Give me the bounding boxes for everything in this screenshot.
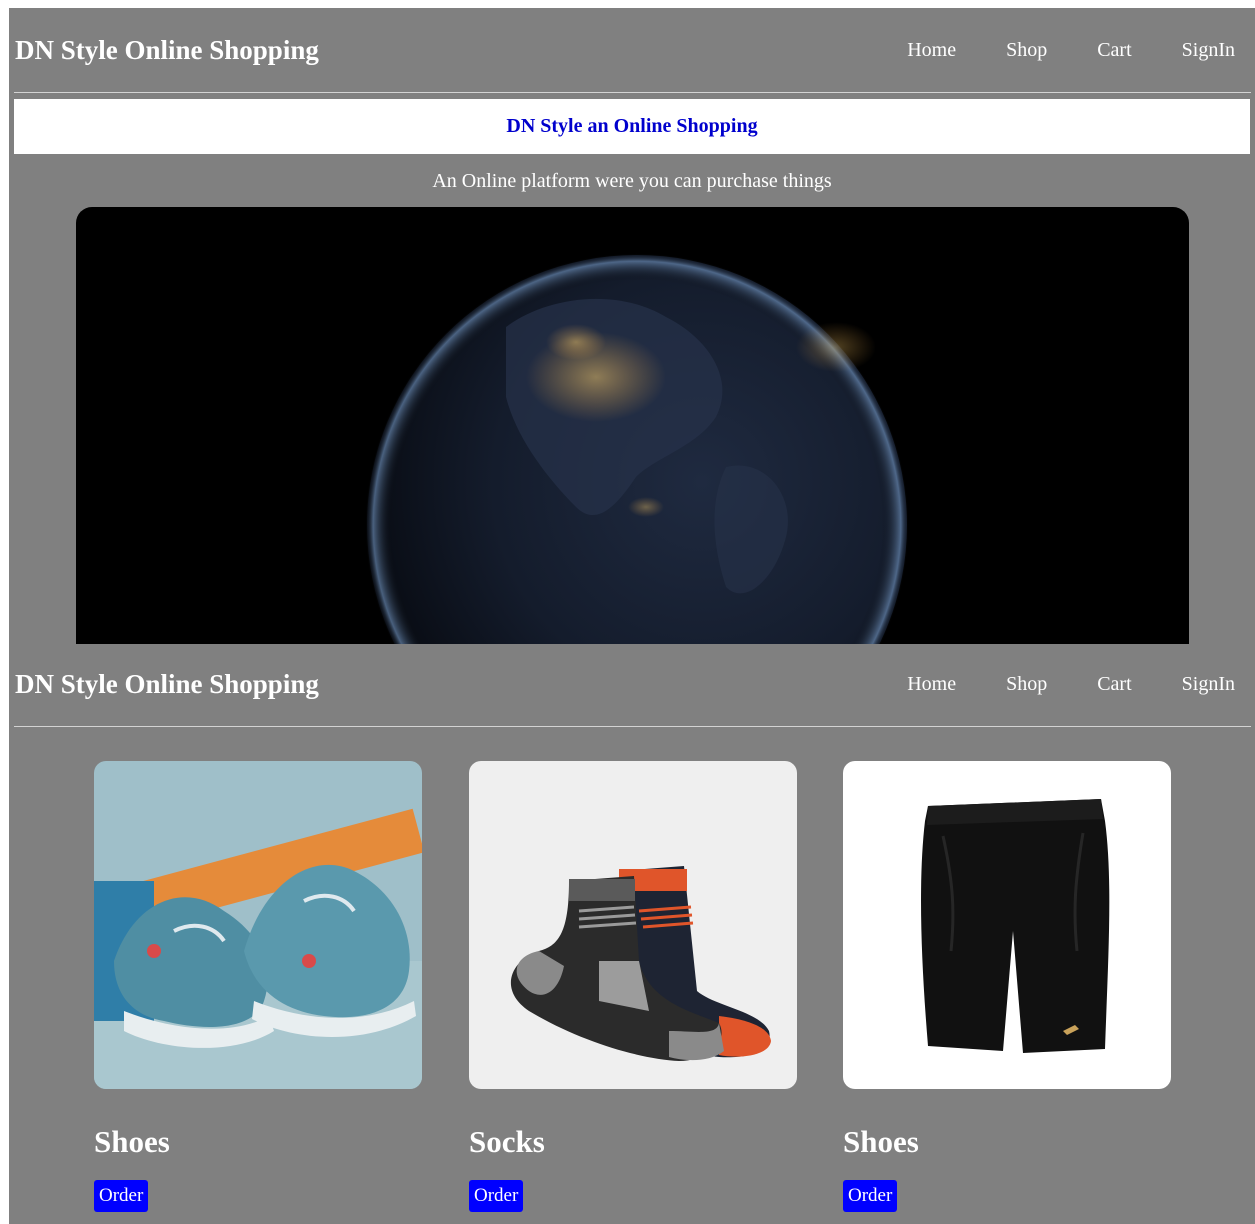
order-button[interactable]: Order — [843, 1180, 898, 1212]
tagline: An Online platform were you can purchase… — [432, 170, 832, 192]
nav-cart-link-2[interactable]: Cart — [1097, 673, 1131, 696]
nav-signin-link-2[interactable]: SignIn — [1182, 673, 1235, 696]
banner-title: DN Style an Online Shopping — [506, 115, 758, 137]
product-card: Socks Order — [469, 761, 797, 1212]
page-frame: DN Style Online Shopping Home Shop Cart … — [9, 8, 1255, 1224]
nav-shop-link-2[interactable]: Shop — [1006, 673, 1047, 696]
order-button[interactable]: Order — [94, 1180, 149, 1212]
product-name: Shoes — [843, 1124, 919, 1159]
nav-cart-link[interactable]: Cart — [1097, 39, 1131, 62]
product-image-shoes — [94, 761, 422, 1089]
header-divider-2 — [14, 726, 1251, 727]
header-divider — [14, 92, 1251, 93]
second-nav: Home Shop Cart SignIn — [907, 673, 1235, 696]
product-image-socks — [469, 761, 797, 1089]
product-name: Shoes — [94, 1124, 170, 1159]
earth-image — [365, 253, 909, 644]
banner: DN Style an Online Shopping — [14, 99, 1250, 154]
order-button[interactable]: Order — [469, 1180, 524, 1212]
top-nav: Home Shop Cart SignIn — [907, 39, 1235, 62]
nav-signin-link[interactable]: SignIn — [1182, 39, 1235, 62]
product-card: Shoes Order — [843, 761, 1171, 1212]
top-header: DN Style Online Shopping Home Shop Cart … — [9, 8, 1255, 94]
nav-home-link[interactable]: Home — [907, 39, 956, 62]
brand-title-2: DN Style Online Shopping — [15, 669, 319, 699]
socks-image — [469, 761, 797, 1089]
product-card: Shoes Order — [94, 761, 422, 1212]
product-image-shorts — [843, 761, 1171, 1089]
shorts-image — [843, 761, 1171, 1089]
second-header: DN Style Online Shopping Home Shop Cart … — [9, 642, 1255, 728]
sneakers-image — [94, 761, 422, 1089]
nav-shop-link[interactable]: Shop — [1006, 39, 1047, 62]
nav-home-link-2[interactable]: Home — [907, 673, 956, 696]
hero-image — [76, 207, 1189, 644]
product-name: Socks — [469, 1124, 545, 1159]
brand-title: DN Style Online Shopping — [15, 35, 319, 65]
